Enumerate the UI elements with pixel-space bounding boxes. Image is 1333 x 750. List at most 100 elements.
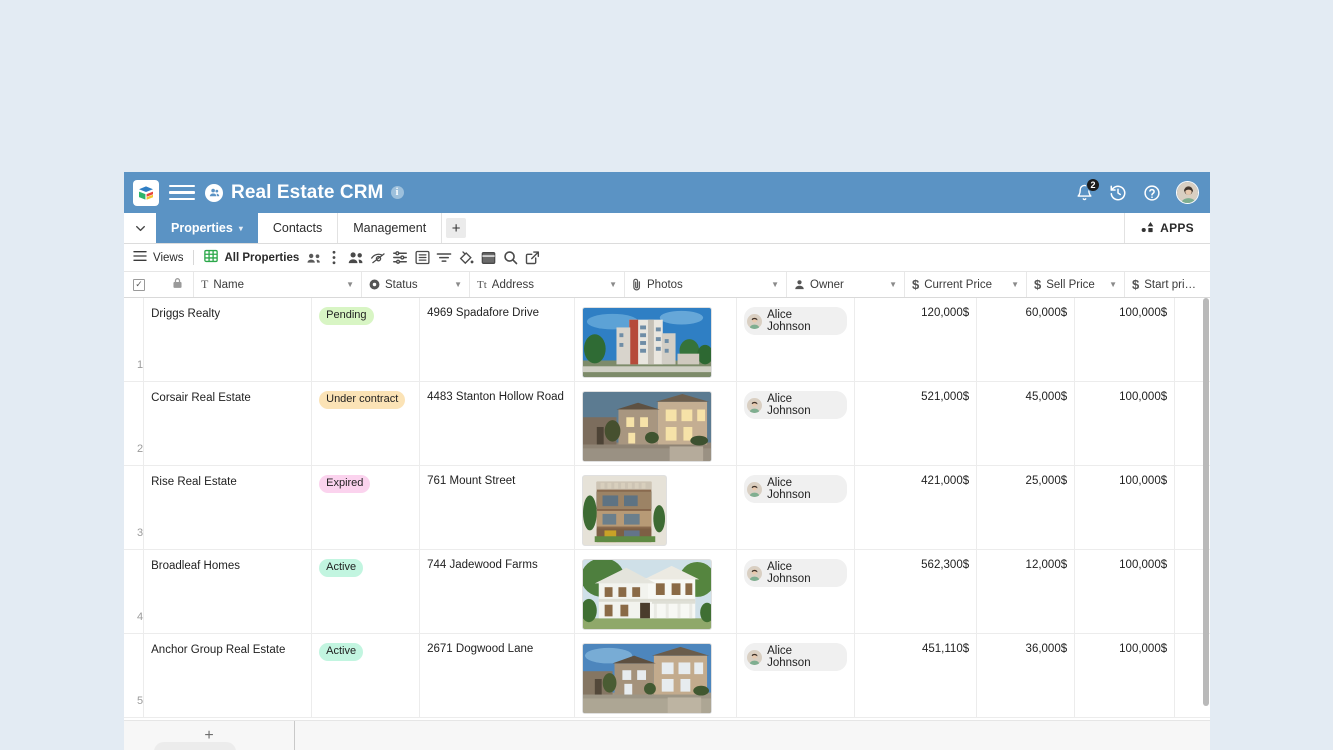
collaborators-icon[interactable] [305,247,323,269]
cell-current-price[interactable]: 521,000$ [855,382,978,465]
cell-name[interactable]: Corsair Real Estate [144,382,313,465]
cell-owner[interactable]: Alice Johnson [737,298,856,381]
cell-photos[interactable] [575,382,738,465]
cell-address[interactable]: 744 Jadewood Farms [420,550,576,633]
cell-name[interactable]: Driggs Realty [144,298,313,381]
cell-start-price[interactable]: 100,000$ [1075,382,1176,465]
chevron-down-icon[interactable]: ▼ [883,280,897,289]
table-row[interactable]: 2 Corsair Real Estate Under contract 448… [124,382,1210,466]
cell-sell-price[interactable]: 12,000$ [977,550,1076,633]
cell-status[interactable]: Active [312,550,421,633]
cell-photos[interactable] [575,466,738,549]
add-table-button[interactable]: + [442,213,470,243]
current-view-button[interactable]: All Properties [204,249,305,266]
table-row[interactable]: 5 Anchor Group Real Estate Active 2671 D… [124,634,1210,718]
cell-photos[interactable] [575,550,738,633]
tab-properties-caret[interactable]: ▾ [239,224,243,233]
cell-sell-price[interactable]: 36,000$ [977,634,1076,717]
white-colonial-house-photo[interactable] [582,559,713,630]
views-button[interactable]: Views [133,250,183,265]
select-all-checkbox[interactable]: ✓ [133,278,145,291]
cell-address[interactable]: 4483 Stanton Hollow Road [420,382,576,465]
cell-sell-price[interactable]: 45,000$ [977,382,1076,465]
cell-owner[interactable]: Alice Johnson [737,382,856,465]
cell-owner[interactable]: Alice Johnson [737,466,856,549]
airtable-logo-icon[interactable] [133,179,159,206]
cell-current-price[interactable]: 120,000$ [855,298,978,381]
vertical-scrollbar-thumb[interactable] [1203,298,1209,706]
table-row[interactable]: 3 Rise Real Estate Expired 761 Mount Str… [124,466,1210,550]
help-icon[interactable] [1142,183,1162,203]
hamburger-menu-icon[interactable] [169,180,195,206]
chevron-down-icon[interactable]: ▼ [1005,280,1019,289]
tab-contacts[interactable]: Contacts [258,213,339,243]
chevron-down-icon[interactable]: ▼ [603,280,617,289]
chevron-down-icon[interactable]: ▼ [765,280,779,289]
current-view-name: All Properties [224,251,300,264]
cell-photos[interactable] [575,634,738,717]
tab-management[interactable]: Management [338,213,443,243]
chevron-down-icon[interactable] [124,213,156,243]
cell-address[interactable]: 4969 Spadafore Drive [420,298,576,381]
cell-status[interactable]: Expired [312,466,421,549]
filter-icon[interactable] [433,247,455,269]
tab-properties[interactable]: Properties ▾ [156,213,258,243]
list-icon [133,250,147,265]
chevron-down-icon[interactable]: ▼ [448,280,462,289]
row-height-icon[interactable] [477,247,499,269]
bell-icon[interactable]: 2 [1074,177,1100,203]
info-icon[interactable]: i [390,186,404,199]
cell-name[interactable]: Rise Real Estate [144,466,313,549]
cell-owner[interactable]: Alice Johnson [737,634,856,717]
cell-start-price[interactable]: 100,000$ [1075,466,1176,549]
cell-sell-price[interactable]: 25,000$ [977,466,1076,549]
cell-status[interactable]: Pending [312,298,421,381]
cell-start-price[interactable]: 100,000$ [1075,298,1176,381]
search-icon[interactable] [499,247,521,269]
cell-start-price[interactable]: 100,000$ [1075,634,1176,717]
avatar[interactable] [1176,181,1199,204]
column-header-start-price[interactable]: $ Start pri… ▼ [1125,272,1210,297]
cell-current-price[interactable]: 451,110$ [855,634,978,717]
add-record-row[interactable]: + [124,720,1210,750]
column-header-current-price[interactable]: $ Current Price ▼ [905,272,1027,297]
kebab-menu-icon[interactable] [323,247,345,269]
dusk-modern-house-photo[interactable] [582,391,713,462]
daytime-modern-house-photo[interactable] [582,643,713,714]
cell-name[interactable]: Broadleaf Homes [144,550,313,633]
column-header-status[interactable]: Status ▼ [362,272,470,297]
column-header-name[interactable]: T Name ▼ [194,272,362,297]
column-header-owner[interactable]: Owner ▼ [787,272,905,297]
chevron-down-icon[interactable]: ▼ [1103,280,1117,289]
fill-color-icon[interactable] [455,247,477,269]
cell-current-price[interactable]: 562,300$ [855,550,978,633]
row-settings-icon[interactable] [389,247,411,269]
add-collaborator-icon[interactable] [345,247,367,269]
apartment-building-photo[interactable] [582,307,713,378]
history-icon[interactable] [1108,183,1128,203]
cell-sell-price[interactable]: 60,000$ [977,298,1076,381]
table-row[interactable]: 4 Broadleaf Homes Active 744 Jadewood Fa… [124,550,1210,634]
add-record-button[interactable]: + [124,727,294,750]
chevron-down-icon[interactable]: ▼ [340,280,354,289]
townhouse-photo[interactable] [582,475,668,546]
cell-address[interactable]: 2671 Dogwood Lane [420,634,576,717]
column-header-photos[interactable]: Photos ▼ [625,272,787,297]
column-header-address[interactable]: Tt Address ▼ [470,272,625,297]
fields-list-icon[interactable] [411,247,433,269]
cell-photos[interactable] [575,298,738,381]
cell-current-price[interactable]: 421,000$ [855,466,978,549]
cell-status[interactable]: Under contract [312,382,421,465]
share-view-icon[interactable] [521,247,543,269]
column-header-sell-price[interactable]: $ Sell Price ▼ [1027,272,1125,297]
table-row[interactable]: 1 Driggs Realty Pending 4969 Spadafore D… [124,298,1210,382]
cell-owner[interactable]: Alice Johnson [737,550,856,633]
cell-address[interactable]: 761 Mount Street [420,466,576,549]
cell-start-price[interactable]: 100,000$ [1075,550,1176,633]
vertical-scrollbar[interactable] [1202,298,1210,708]
apps-button[interactable]: APPS [1124,213,1210,243]
chevron-down-icon[interactable]: ▼ [1203,280,1210,289]
hide-fields-icon[interactable] [367,247,389,269]
cell-status[interactable]: Active [312,634,421,717]
cell-name[interactable]: Anchor Group Real Estate [144,634,313,717]
